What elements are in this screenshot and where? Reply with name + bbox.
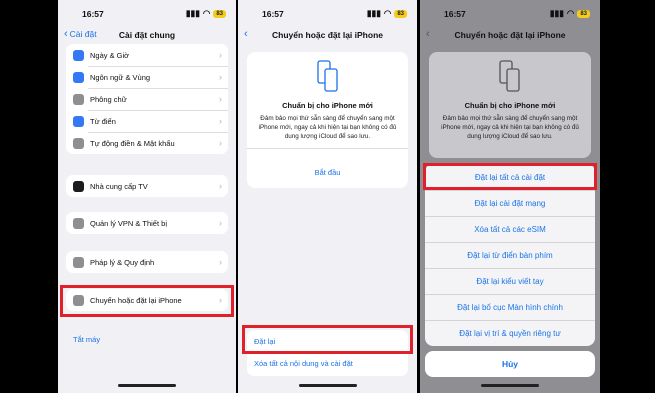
status-bar: 16:57 ▮▮▮ ◠ 83 — [420, 0, 600, 22]
settings-group-vpn: Quản lý VPN & Thiết bị › — [66, 212, 228, 234]
settings-row[interactable]: Nhà cung cấp TV › — [66, 175, 228, 197]
page-title: Cài đặt chung — [118, 30, 176, 40]
status-bar: 16:57 ▮▮▮ ◠ 83 — [58, 0, 236, 22]
card-title: Chuẩn bị cho iPhone mới — [464, 101, 556, 110]
status-bar: 16:57 ▮▮▮ ◠ 83 — [238, 0, 417, 22]
signal-icon: ▮▮▮ — [366, 8, 381, 18]
shutdown-link[interactable]: Tắt máy — [73, 335, 100, 344]
general-settings-screen: 16:57 ▮▮▮ ◠ 83 ‹ Cài đặt Cài đặt chung N… — [58, 0, 236, 393]
reset-option[interactable]: Đặt lại vị trí & quyền riêng tư — [425, 320, 595, 346]
chevron-right-icon: › — [219, 218, 222, 228]
settings-row[interactable]: Quản lý VPN & Thiết bị › — [66, 212, 228, 234]
status-icons: ▮▮▮ ◠ 83 — [367, 8, 407, 19]
legal-icon — [73, 256, 84, 268]
calendar-icon — [73, 49, 84, 61]
reset-option[interactable]: Đặt lại cài đặt mạng — [425, 190, 595, 216]
home-indicator — [118, 384, 176, 387]
nav-bar: ‹ Cài đặt Cài đặt chung — [58, 28, 236, 44]
reset-option[interactable]: Xóa tất cả các eSIM — [425, 216, 595, 242]
highlight-box — [242, 325, 413, 354]
status-time: 16:57 — [262, 9, 284, 19]
reset-option[interactable]: Đặt lại kiểu viết tay — [425, 268, 595, 294]
font-icon — [73, 93, 84, 105]
settings-group-legal: Pháp lý & Quy định › — [66, 251, 228, 273]
card-title: Chuẩn bị cho iPhone mới — [282, 101, 373, 110]
settings-row-label: Từ điển — [90, 116, 116, 126]
settings-row[interactable]: Phông chữ › — [66, 88, 228, 110]
settings-row[interactable]: Từ điển › — [66, 110, 228, 132]
battery-icon: 83 — [394, 9, 407, 18]
settings-row-label: Quản lý VPN & Thiết bị — [90, 218, 167, 228]
status-time: 16:57 — [82, 9, 104, 19]
chevron-right-icon: › — [219, 257, 222, 267]
chevron-right-icon: › — [219, 72, 222, 82]
settings-row[interactable]: Ngôn ngữ & Vùng › — [66, 66, 228, 88]
phones-icon — [316, 60, 338, 92]
globe-icon — [73, 71, 84, 83]
chevron-right-icon: › — [219, 116, 222, 126]
phones-icon — [499, 60, 520, 92]
highlight-box — [60, 285, 234, 317]
settings-row[interactable]: Tự động điền & Mật khẩu › — [66, 132, 228, 154]
chevron-right-icon: › — [219, 94, 222, 104]
page-title: Chuyển hoặc đặt lại iPhone — [272, 30, 383, 40]
book-icon — [73, 115, 84, 127]
home-indicator — [481, 384, 539, 387]
tv-icon — [73, 180, 84, 192]
settings-row-label: Phông chữ — [90, 94, 127, 104]
chevron-right-icon: › — [219, 50, 222, 60]
signal-icon: ▮▮▮ — [185, 8, 200, 18]
card-description: Đảm bảo mọi thứ sẵn sàng để chuyển sang … — [258, 115, 397, 140]
settings-row[interactable]: Pháp lý & Quy định › — [66, 251, 228, 273]
settings-row-label: Nhà cung cấp TV — [90, 181, 148, 191]
reset-options-sheet: Đặt lại tất cả cài đặt Đặt lại cài đặt mạ… — [425, 164, 595, 346]
get-started-link[interactable]: Bắt đầu — [247, 168, 408, 177]
wifi-icon: ◠ — [566, 8, 575, 18]
battery-icon: 83 — [213, 9, 226, 18]
settings-row-label: Pháp lý & Quy định — [90, 257, 155, 267]
reset-option[interactable]: Đặt lại từ điển bàn phím — [425, 242, 595, 268]
prepare-card: Chuẩn bị cho iPhone mới Đảm bảo mọi thứ … — [429, 52, 591, 158]
settings-row[interactable]: Ngày & Giờ › — [66, 44, 228, 66]
reset-options-screen: 16:57 ▮▮▮ ◠ 83 ‹ Chuyển hoặc đặt lại iPh… — [420, 0, 600, 393]
wifi-icon: ◠ — [202, 8, 211, 18]
wifi-icon: ◠ — [383, 8, 392, 18]
gear-icon — [73, 217, 84, 229]
settings-row-label: Ngày & Giờ — [90, 50, 130, 60]
settings-row-label: Ngôn ngữ & Vùng — [90, 72, 151, 82]
key-icon — [73, 137, 84, 149]
status-time: 16:57 — [444, 9, 466, 19]
erase-all-link[interactable]: Xóa tất cả nội dung và cài đặt — [254, 359, 353, 368]
status-icons: ▮▮▮ ◠ 83 — [186, 8, 226, 19]
nav-bar: ‹ Chuyển hoặc đặt lại iPhone — [420, 28, 600, 44]
battery-icon: 83 — [577, 9, 590, 18]
reset-option[interactable]: Đặt lại bố cục Màn hình chính — [425, 294, 595, 320]
card-description: Đảm bảo mọi thứ sẵn sàng để chuyển sang … — [441, 115, 579, 140]
shutdown-row[interactable]: Tắt máy — [66, 329, 228, 349]
settings-row-label: Tự động điền & Mật khẩu — [90, 138, 175, 148]
prepare-card: Chuẩn bị cho iPhone mới Đảm bảo mọi thứ … — [247, 52, 408, 188]
page-title: Chuyển hoặc đặt lại iPhone — [454, 30, 566, 40]
transfer-reset-screen: 16:57 ▮▮▮ ◠ 83 ‹ Chuyển hoặc đặt lại iPh… — [238, 0, 417, 393]
cancel-button[interactable]: Hủy — [425, 351, 595, 377]
home-indicator — [298, 384, 357, 387]
erase-row[interactable]: Xóa tất cả nội dung và cài đặt — [247, 352, 408, 374]
settings-group-tv: Nhà cung cấp TV › — [66, 175, 228, 197]
chevron-right-icon: › — [219, 138, 222, 148]
chevron-right-icon: › — [219, 181, 222, 191]
status-icons: ▮▮▮ ◠ 83 — [550, 8, 590, 19]
settings-group-date-lang: Ngày & Giờ › Ngôn ngữ & Vùng › Phông chữ › Từ … — [66, 44, 228, 154]
nav-bar: ‹ Chuyển hoặc đặt lại iPhone — [238, 28, 417, 44]
highlight-box — [423, 163, 597, 190]
signal-icon: ▮▮▮ — [549, 8, 564, 18]
